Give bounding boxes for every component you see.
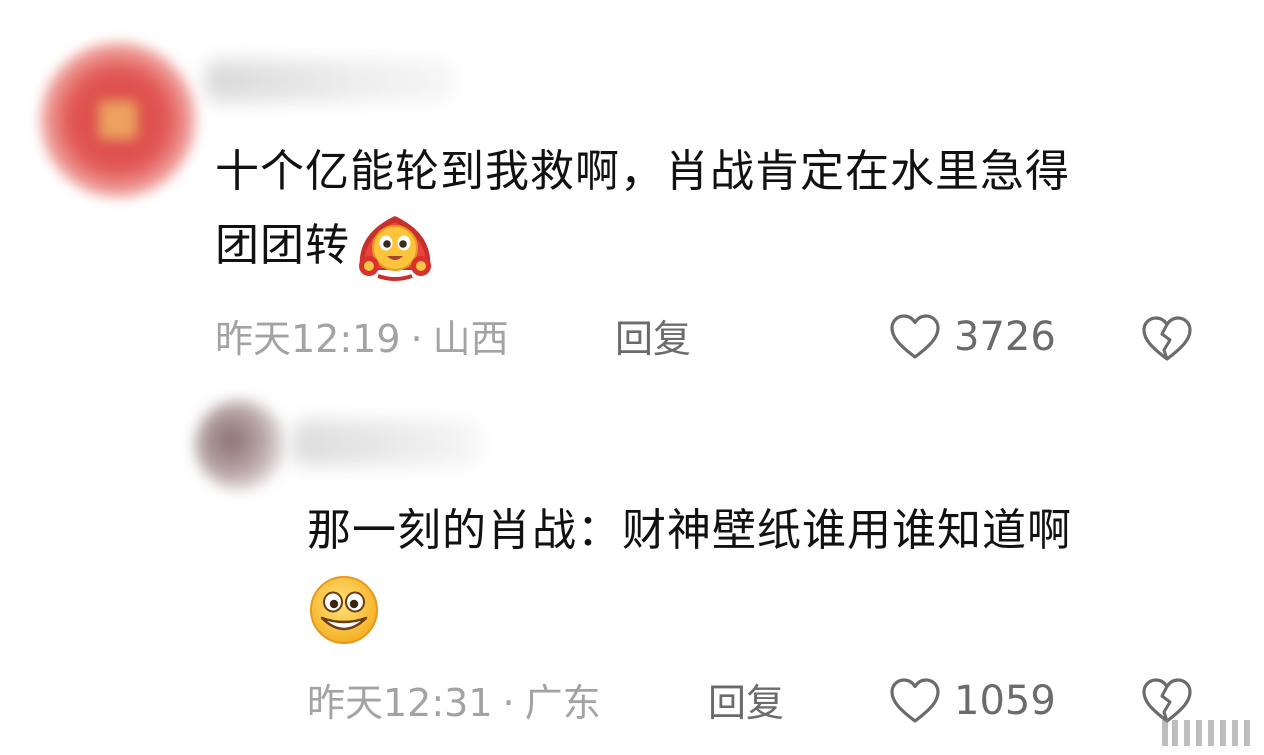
avatar[interactable] — [40, 42, 196, 198]
meta-separator: · — [502, 681, 515, 725]
username-blurred[interactable] — [205, 60, 455, 102]
watermark-logo-icon — [1162, 720, 1250, 746]
heart-outline-icon — [890, 314, 940, 359]
comment-text-line: 十个亿能轮到我救啊，肖战肯定在水里急得 — [215, 146, 1070, 197]
grinning-emoji-icon — [310, 576, 378, 644]
like-button[interactable]: 3726 — [888, 312, 1056, 362]
comment-location: 山西 — [432, 317, 509, 361]
like-count: 3726 — [954, 314, 1056, 360]
broken-heart-icon[interactable] — [1140, 314, 1194, 364]
username-blurred[interactable] — [292, 420, 482, 466]
comment-text-line: 团团转 — [215, 208, 438, 282]
meta-separator: · — [410, 317, 423, 361]
like-button[interactable]: 1059 — [888, 676, 1056, 726]
reply-button[interactable]: 回复 — [708, 681, 784, 725]
comment-text-fragment: 团团转 — [215, 220, 350, 271]
avatar[interactable] — [195, 400, 285, 490]
reply-button[interactable]: 回复 — [615, 317, 691, 361]
comment-text-line: 那一刻的肖战：财神壁纸谁用谁知道啊 — [307, 505, 1072, 556]
comment-time: 昨天12:19 — [215, 317, 401, 361]
like-count: 1059 — [954, 678, 1056, 724]
heart-outline-icon — [890, 678, 940, 723]
comment-meta: 昨天12:31 · 广东 — [307, 681, 601, 725]
comment-location: 广东 — [524, 681, 601, 725]
fortune-emoji-icon — [359, 216, 431, 281]
comment-time: 昨天12:31 — [307, 681, 493, 725]
comment-meta: 昨天12:19 · 山西 — [215, 317, 509, 361]
